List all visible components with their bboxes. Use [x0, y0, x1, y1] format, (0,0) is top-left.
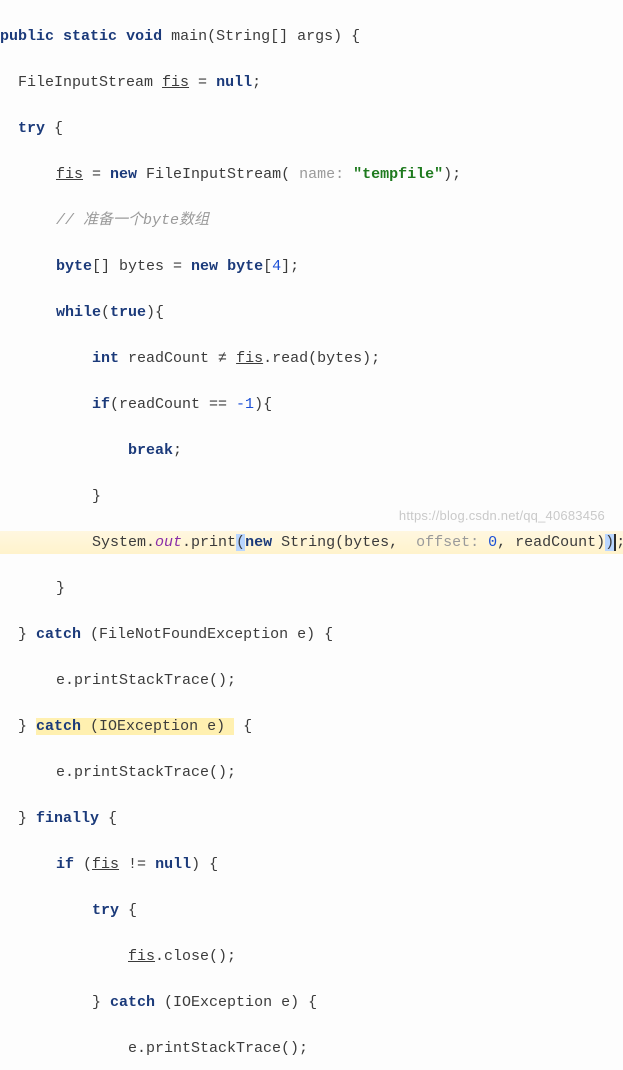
code-line: if (fis != null) {	[0, 853, 623, 876]
code-line: // 准备一个byte数组	[0, 209, 623, 232]
stmt-printstacktrace: e.printStackTrace();	[128, 1040, 308, 1057]
comment: // 准备一个byte数组	[56, 212, 209, 229]
method-signature: main(String[] args) {	[171, 28, 360, 45]
number-literal: -1	[236, 396, 254, 413]
selection: )	[605, 534, 614, 551]
code-line: break;	[0, 439, 623, 462]
keyword-int: int	[92, 350, 119, 367]
keyword-void: void	[126, 28, 162, 45]
code-line: } catch (FileNotFoundException e) {	[0, 623, 623, 646]
code-line: } catch (IOException e) {	[0, 715, 623, 738]
keyword-finally: finally	[36, 810, 99, 827]
code-line: }	[0, 577, 623, 600]
selection: (	[236, 534, 245, 551]
brace: }	[92, 488, 101, 505]
var-fis: fis	[128, 948, 155, 965]
watermark: https://blog.csdn.net/qq_40683456	[399, 504, 605, 527]
keyword-catch: catch	[36, 718, 81, 735]
number-literal: 0	[488, 534, 497, 551]
code-line: e.printStackTrace();	[0, 669, 623, 692]
string-literal: "tempfile"	[353, 166, 443, 183]
code-line: fis = new FileInputStream( name: "tempfi…	[0, 163, 623, 186]
keyword-catch: catch	[110, 994, 155, 1011]
code-line: int readCount ≠ fis.read(bytes);	[0, 347, 623, 370]
code-line-highlighted: System.out.print(new String(bytes, offse…	[0, 531, 623, 554]
keyword-null: null	[155, 856, 191, 873]
code-line: } catch (IOException e) {	[0, 991, 623, 1014]
param-hint-name: name:	[299, 166, 353, 183]
keyword-static: static	[63, 28, 117, 45]
keyword-public: public	[0, 28, 54, 45]
keyword-while: while	[56, 304, 101, 321]
code-line: while(true){	[0, 301, 623, 324]
code-line: try {	[0, 899, 623, 922]
code-line: try {	[0, 117, 623, 140]
keyword-try: try	[18, 120, 45, 137]
keyword-null: null	[216, 74, 252, 91]
code-line: e.printStackTrace();	[0, 1037, 623, 1060]
code-editor[interactable]: public static void main(String[] args) {…	[0, 0, 623, 1070]
keyword-new: new	[245, 534, 272, 551]
code-line: byte[] bytes = new byte[4];	[0, 255, 623, 278]
code-line: } finally {	[0, 807, 623, 830]
param-hint-offset: offset:	[416, 534, 488, 551]
keyword-byte: byte	[56, 258, 92, 275]
stmt-printstacktrace: e.printStackTrace();	[56, 764, 236, 781]
stmt-printstacktrace: e.printStackTrace();	[56, 672, 236, 689]
code-line: fis.close();	[0, 945, 623, 968]
type: FileInputStream	[18, 74, 162, 91]
keyword-break: break	[128, 442, 173, 459]
keyword-new: new	[191, 258, 218, 275]
keyword-new: new	[110, 166, 137, 183]
static-field-out: out	[155, 534, 182, 551]
brace: }	[56, 580, 65, 597]
code-line: if(readCount == -1){	[0, 393, 623, 416]
var-fis: fis	[92, 856, 119, 873]
var-fis: fis	[56, 166, 83, 183]
var-fis: fis	[236, 350, 263, 367]
keyword-catch: catch	[36, 626, 81, 643]
number-literal: 4	[272, 258, 281, 275]
keyword-byte: byte	[227, 258, 263, 275]
keyword-if: if	[56, 856, 74, 873]
keyword-if: if	[92, 396, 110, 413]
not-equal-glyph: ≠	[218, 350, 227, 367]
var-fis: fis	[162, 74, 189, 91]
code-line: public static void main(String[] args) {	[0, 25, 623, 48]
code-line: e.printStackTrace();	[0, 761, 623, 784]
keyword-true: true	[110, 304, 146, 321]
code-line: FileInputStream fis = null;	[0, 71, 623, 94]
keyword-try: try	[92, 902, 119, 919]
